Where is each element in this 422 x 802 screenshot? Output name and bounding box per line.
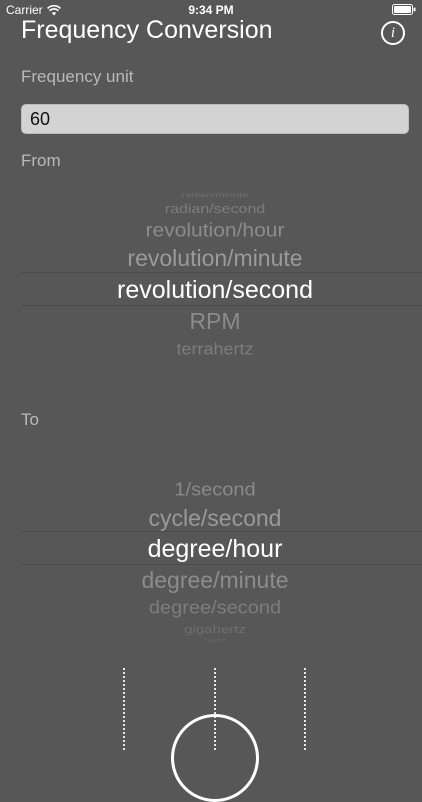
picker-item[interactable]: terrahertz — [21, 341, 409, 357]
dial-knob[interactable] — [171, 714, 259, 802]
page-title: Frequency Conversion — [21, 16, 273, 44]
battery-icon — [392, 4, 416, 15]
picker-item[interactable]: degree/minute — [21, 569, 409, 592]
from-label: From — [21, 151, 61, 170]
picker-item[interactable]: revolution/hour — [21, 221, 409, 240]
picker-item[interactable]: cycle/second — [21, 507, 409, 530]
dial-track-right — [304, 668, 306, 750]
picker-item[interactable]: radian/minute — [21, 192, 409, 198]
frequency-value-input[interactable] — [21, 104, 409, 134]
to-label: To — [21, 410, 39, 429]
picker-item-selected[interactable]: degree/hour — [21, 537, 409, 562]
picker-item[interactable]: gigahertz — [21, 624, 409, 635]
from-unit-picker[interactable]: radian/minute radian/second revolution/hou… — [21, 190, 422, 370]
picker-item[interactable]: degree/second — [21, 599, 409, 617]
frequency-unit-label: Frequency unit — [21, 67, 134, 86]
status-time: 9:34 PM — [188, 3, 234, 17]
dial-track-left — [123, 668, 125, 750]
picker-item[interactable]: radian/second — [21, 203, 409, 217]
info-icon[interactable]: i — [381, 21, 405, 45]
picker-item[interactable]: revolution/minute — [21, 247, 409, 270]
picker-item-selected[interactable]: revolution/second — [21, 278, 409, 303]
info-glyph: i — [390, 24, 396, 41]
to-unit-picker[interactable]: 1/second cycle/second degree/hour degree/mi… — [21, 470, 422, 650]
picker-item[interactable]: hertz — [21, 638, 409, 644]
picker-item[interactable]: 1/second — [21, 481, 409, 499]
picker-item[interactable]: RPM — [21, 310, 409, 333]
